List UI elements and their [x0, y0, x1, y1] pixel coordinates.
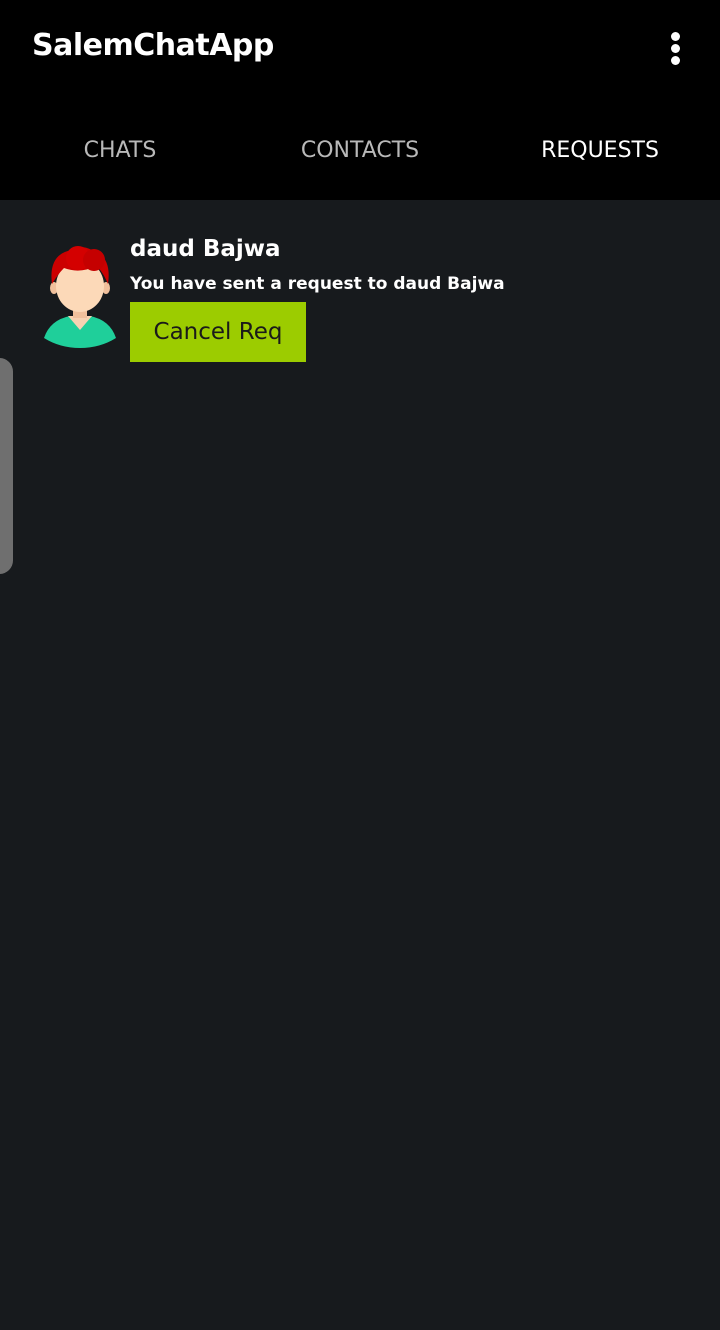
- more-vert-icon: [671, 32, 680, 41]
- user-avatar-icon: [44, 246, 116, 348]
- edge-panel-handle[interactable]: [0, 358, 13, 574]
- more-vert-icon-dot: [671, 56, 680, 65]
- requests-list: daud Bajwa You have sent a request to da…: [0, 200, 720, 1330]
- app-bar: SalemChatApp CHATS CONTACTS REQUESTS: [0, 0, 720, 200]
- tab-contacts[interactable]: CONTACTS: [240, 120, 480, 200]
- tab-bar: CHATS CONTACTS REQUESTS: [0, 120, 720, 200]
- tab-chats[interactable]: CHATS: [0, 120, 240, 200]
- more-vert-icon-dot: [671, 44, 680, 53]
- request-name: daud Bajwa: [130, 236, 281, 262]
- tab-requests[interactable]: REQUESTS: [480, 120, 720, 200]
- request-item: daud Bajwa You have sent a request to da…: [40, 236, 700, 366]
- cancel-request-button[interactable]: Cancel Req: [130, 302, 306, 362]
- more-options-button[interactable]: [656, 26, 696, 70]
- app-title: SalemChatApp: [32, 28, 274, 63]
- request-message: You have sent a request to daud Bajwa: [130, 274, 505, 294]
